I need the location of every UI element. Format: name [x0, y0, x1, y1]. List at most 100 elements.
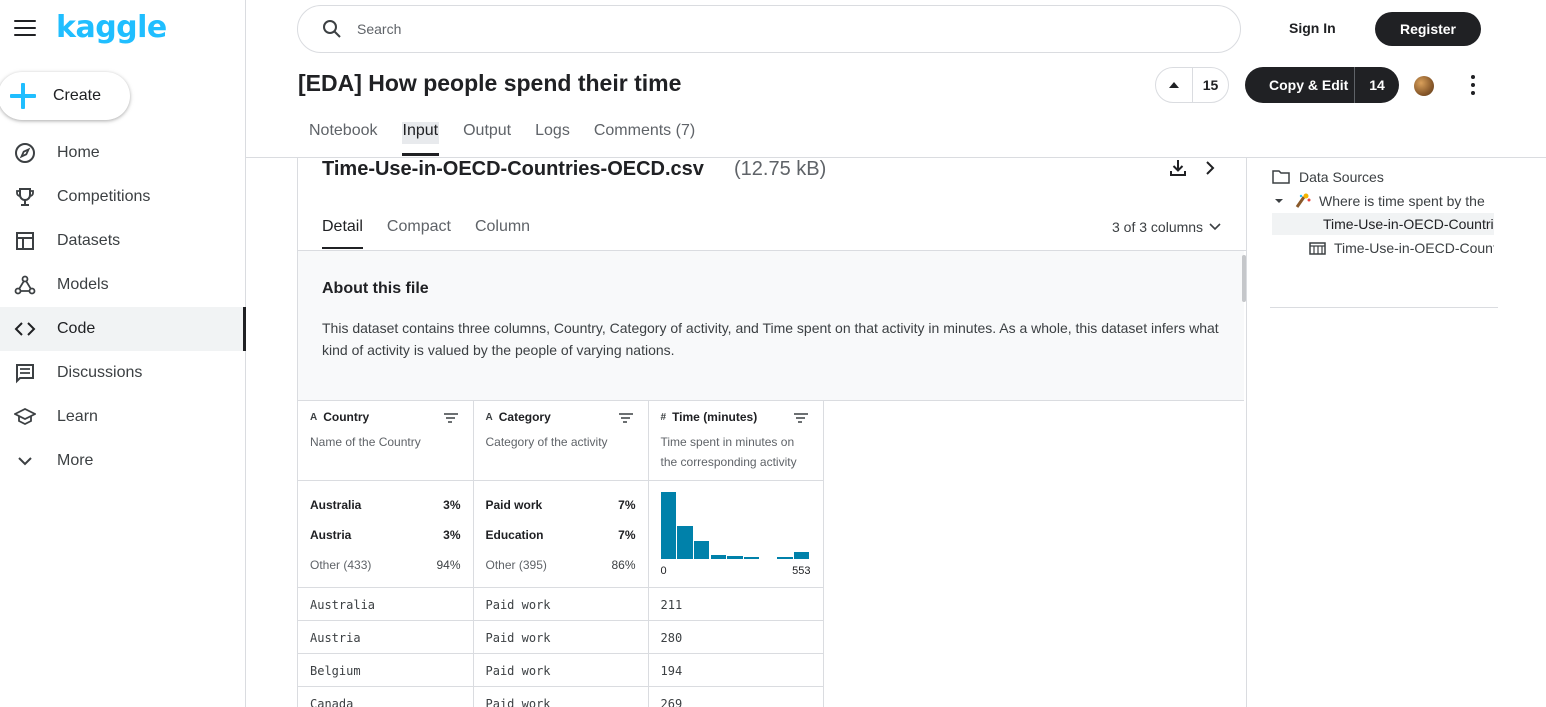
histogram-cell: 0 553 — [647, 480, 824, 588]
copy-edit-button: Copy & Edit 14 — [1245, 67, 1399, 103]
triangle-up-icon — [1169, 82, 1179, 88]
summary-item: Other (433) 94% — [310, 550, 461, 580]
upvote-control: 15 — [1155, 67, 1229, 103]
tab-input[interactable]: Input — [401, 122, 440, 156]
table-icon — [1309, 241, 1326, 255]
table-header-row: A Country Name of the Country A Category… — [298, 401, 824, 481]
summary-pct: 3% — [443, 497, 461, 512]
column-name-text: Country — [323, 410, 370, 424]
search-input[interactable] — [357, 21, 1157, 37]
file-node[interactable]: Time-Use-in-OECD-Countries-OECD.csv — [1272, 237, 1494, 259]
dataset-icon — [1294, 193, 1312, 209]
histogram-bar[interactable] — [743, 557, 760, 559]
about-title: About this file — [322, 280, 429, 297]
trophy-icon — [14, 186, 36, 208]
summary-pct: 7% — [618, 527, 636, 542]
kaggle-logo[interactable]: kaggle — [56, 10, 167, 45]
tab-detail[interactable]: Detail — [322, 218, 363, 249]
sidebar-nav: Home Competitions Datasets Models Code D… — [0, 131, 246, 483]
file-size: (12.75 kB) — [734, 158, 827, 180]
summary-item: Other (395) 86% — [486, 550, 636, 580]
file-node-selected[interactable]: Time-Use-in-OECD-Countries-OECD.csv — [1272, 213, 1494, 235]
data-table: A Country Name of the Country A Category… — [298, 401, 824, 707]
compass-icon — [14, 142, 36, 164]
download-icon[interactable] — [1168, 158, 1188, 183]
avatar[interactable] — [1414, 76, 1434, 96]
summary-item: Australia 3% — [310, 490, 461, 520]
dataset-node[interactable]: Where is time spent by the — [1274, 191, 1492, 211]
tab-comments[interactable]: Comments (7) — [594, 122, 695, 155]
sort-icon[interactable] — [443, 412, 459, 427]
about-text: This dataset contains three columns, Cou… — [322, 320, 1219, 358]
summary-cell: Australia 3% Austria 3% Other (433) 94% — [298, 480, 474, 588]
string-type-icon: A — [310, 411, 318, 423]
about-file-section: About this file This dataset contains th… — [298, 251, 1244, 401]
upvote-button[interactable] — [1156, 68, 1193, 102]
sidebar-item-more[interactable]: More — [0, 439, 245, 483]
sort-icon[interactable] — [793, 412, 809, 427]
histogram-bar[interactable] — [793, 551, 810, 559]
column-name-text: Category — [498, 410, 551, 424]
register-button[interactable]: Register — [1375, 12, 1481, 46]
table-cell: Paid work — [472, 653, 649, 687]
summary-label: Paid work — [485, 497, 543, 512]
columns-selector-label: 3 of 3 columns — [1112, 219, 1204, 235]
histogram-bar[interactable] — [693, 541, 710, 559]
sidebar-item-models[interactable]: Models — [0, 263, 245, 307]
file-name: Time-Use-in-OECD-Countries-OECD.csv — [322, 158, 704, 180]
summary-label: Austria — [310, 527, 352, 542]
copy-edit-label[interactable]: Copy & Edit — [1245, 67, 1355, 103]
sort-icon[interactable] — [618, 412, 634, 427]
histogram-bar[interactable] — [660, 492, 677, 559]
columns-selector[interactable]: 3 of 3 columns — [1112, 219, 1221, 235]
histogram-max: 553 — [792, 564, 811, 577]
file-detail-panel: Time-Use-in-OECD-Countries-OECD.csv (12.… — [297, 158, 1247, 707]
file-node-label: Time-Use-in-OECD-Countries-OECD.csv — [1323, 216, 1494, 232]
scrollbar-thumb[interactable] — [1242, 255, 1246, 302]
create-button[interactable]: Create — [0, 72, 130, 120]
tab-output[interactable]: Output — [463, 122, 511, 155]
sidebar-item-competitions[interactable]: Competitions — [0, 175, 245, 219]
table-row: Austria Paid work 280 — [298, 620, 824, 654]
upvote-count: 15 — [1202, 77, 1219, 93]
tab-logs[interactable]: Logs — [535, 122, 570, 155]
copy-edit-count[interactable]: 14 — [1355, 77, 1399, 93]
folder-icon — [1272, 170, 1290, 184]
summary-pct: 86% — [611, 557, 636, 572]
sidebar-item-code[interactable]: Code — [0, 307, 246, 351]
data-sources-root[interactable]: Data Sources — [1272, 167, 1498, 187]
table-icon — [14, 230, 36, 252]
summary-item: Education 7% — [486, 520, 636, 550]
histogram-bar[interactable] — [777, 557, 793, 559]
school-icon — [14, 406, 36, 428]
sign-in-link[interactable]: Sign In — [1289, 20, 1336, 36]
column-name-text: Time (minutes) — [672, 410, 758, 424]
histogram[interactable] — [660, 489, 811, 559]
sidebar-item-label: Datasets — [57, 232, 121, 249]
sidebar-item-learn[interactable]: Learn — [0, 395, 245, 439]
sidebar-item-home[interactable]: Home — [0, 131, 245, 175]
histogram-bar[interactable] — [710, 555, 727, 559]
tab-notebook[interactable]: Notebook — [309, 122, 378, 155]
sidebar-item-datasets[interactable]: Datasets — [0, 219, 245, 263]
table-cell: Canada — [298, 686, 474, 707]
caret-down-icon — [1275, 199, 1283, 203]
histogram-bar[interactable] — [727, 555, 743, 559]
menu-icon[interactable] — [14, 20, 36, 38]
sidebar-item-label: Home — [57, 144, 100, 161]
page-title: [EDA] How people spend their time — [298, 70, 682, 96]
table-row: Australia Paid work 211 — [298, 587, 824, 621]
table-cell: Belgium — [298, 653, 474, 687]
chevron-right-icon[interactable] — [1202, 158, 1218, 183]
table-row: Belgium Paid work 194 — [298, 653, 824, 687]
sidebar-item-label: More — [57, 452, 94, 469]
more-vert-icon[interactable] — [1465, 75, 1481, 95]
tab-compact[interactable]: Compact — [387, 218, 451, 236]
histogram-bar[interactable] — [677, 525, 693, 559]
tab-column[interactable]: Column — [475, 218, 530, 236]
sidebar-item-discussions[interactable]: Discussions — [0, 351, 245, 395]
column-description: Category of the activity — [485, 435, 608, 449]
summary-item: Paid work 7% — [486, 490, 636, 520]
numeric-type-icon: # — [660, 411, 667, 423]
search-bar[interactable] — [297, 5, 1241, 53]
